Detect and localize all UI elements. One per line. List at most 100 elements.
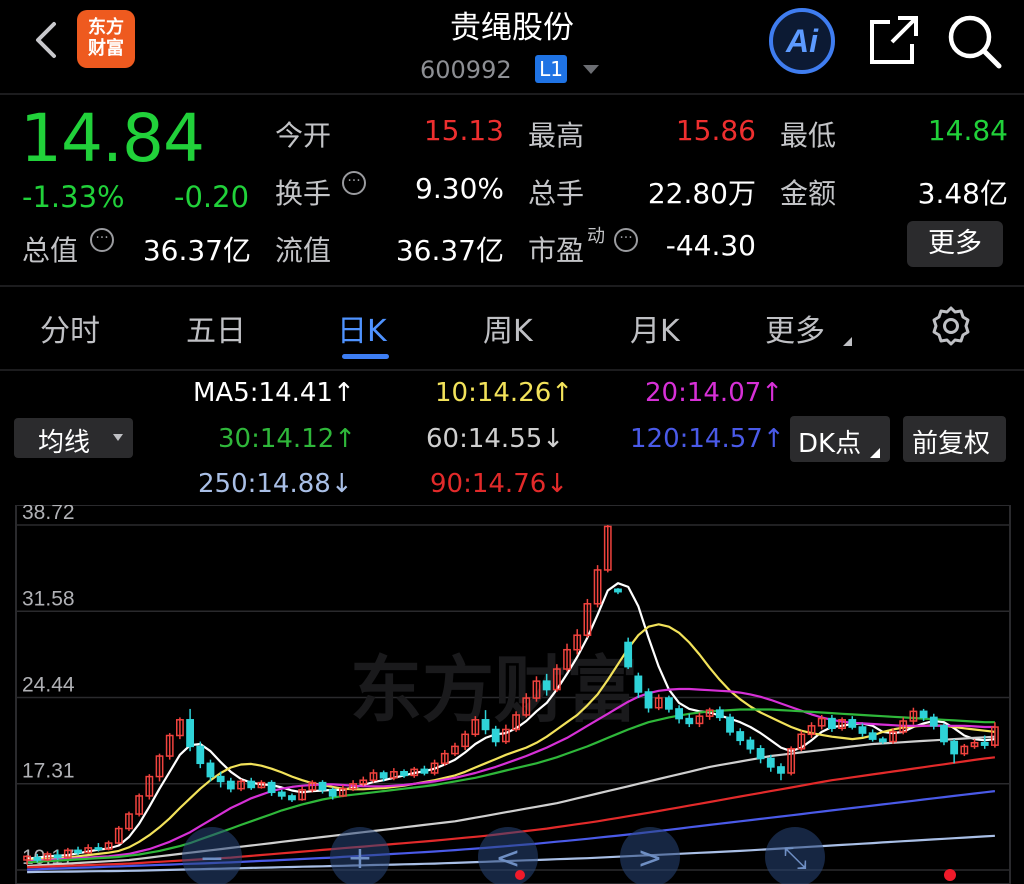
market-cap-label: 总值	[22, 234, 79, 267]
candle	[491, 725, 500, 747]
candle	[970, 739, 979, 749]
ma250-arrow: ↓	[330, 469, 353, 499]
candle-body	[74, 849, 82, 854]
kline-chart[interactable]: 东方财富 38.7231.5824.4417.3110.17 − + < > ⤡	[0, 505, 1024, 884]
candle-body	[919, 710, 928, 719]
ma10-arrow: ↑	[551, 378, 574, 408]
search-icon[interactable]	[945, 12, 1003, 70]
tab-monthly-k[interactable]: 月K	[630, 306, 680, 350]
y-tick-label: 17.31	[22, 760, 75, 783]
divider	[0, 93, 1024, 95]
candle-body	[206, 762, 215, 778]
candle	[145, 774, 154, 800]
y-tick-label: 38.72	[22, 505, 75, 524]
candle-body	[777, 766, 785, 774]
tab-five-day[interactable]: 五日	[186, 306, 246, 350]
pe-label: 市盈	[528, 234, 585, 267]
candle-body	[400, 771, 408, 777]
candle-body	[379, 772, 388, 779]
candle-body	[614, 588, 622, 593]
volume-label: 总手	[528, 177, 585, 210]
candle-body	[542, 680, 551, 691]
change-amount: -0.20	[174, 180, 250, 214]
change-percent: -1.33%	[22, 180, 125, 214]
gear-icon[interactable]	[930, 305, 972, 347]
turnover-info-icon[interactable]: ···	[342, 171, 366, 195]
candle	[451, 742, 459, 757]
candle	[756, 745, 765, 764]
candle	[685, 713, 694, 728]
candle	[715, 706, 724, 722]
candle	[277, 789, 286, 800]
candle	[104, 840, 113, 851]
fullscreen-button[interactable]: ⤡	[765, 827, 825, 884]
top-navigation-bar: 东方 财富 贵绳股份 600992 L1 Ai	[0, 0, 1024, 92]
candle-body	[277, 791, 286, 797]
low-label: 最低	[780, 119, 837, 152]
y-axis-labels: 38.7231.5824.4417.3110.17	[22, 505, 75, 869]
candle	[389, 768, 398, 781]
candle-body	[736, 731, 745, 742]
candle	[726, 713, 734, 736]
forward-adjust-label: 前复权	[912, 429, 991, 459]
ma-legend-item: 250:14.88↓	[198, 469, 353, 499]
candle-body	[675, 708, 684, 720]
more-quote-button[interactable]: 更多	[907, 221, 1003, 267]
candle	[868, 729, 877, 742]
zoom-out-icon: −	[199, 841, 224, 876]
candle	[909, 707, 918, 725]
candle-body	[267, 781, 276, 794]
candle-body	[940, 725, 948, 743]
open-value: 15.13	[423, 114, 504, 147]
market-cap-info-icon[interactable]: ···	[90, 228, 114, 252]
stock-code: 600992	[420, 56, 512, 84]
share-icon[interactable]	[866, 12, 922, 68]
candle-body	[328, 789, 337, 797]
candle	[226, 777, 235, 793]
candle	[838, 717, 847, 731]
candle-body	[33, 856, 42, 861]
candle-body	[624, 641, 633, 668]
ai-label: Ai	[785, 23, 819, 59]
zoom-in-icon: +	[347, 841, 372, 876]
scroll-right-button[interactable]: >	[620, 827, 680, 884]
candle	[461, 730, 470, 751]
tab-intraday[interactable]: 分时	[40, 306, 100, 350]
pe-info-icon[interactable]: ···	[614, 228, 638, 252]
open-label: 今开	[275, 119, 332, 152]
candle-body	[766, 757, 775, 768]
candle	[654, 694, 663, 711]
candle	[950, 739, 959, 764]
stock-switch-caret-icon[interactable]	[583, 65, 599, 74]
ma30-text: 30:14.12	[218, 424, 335, 454]
amount-value: 3.48亿	[917, 177, 1008, 210]
tab-weekly-k[interactable]: 周K	[483, 306, 533, 350]
turnover-value: 9.30%	[415, 172, 504, 205]
candle-body	[950, 740, 959, 755]
candle-body	[186, 719, 195, 748]
candle	[848, 716, 857, 730]
market-cap-value: 36.37亿	[142, 234, 251, 267]
tab-daily-k[interactable]: 日K	[337, 306, 387, 350]
divider	[0, 369, 1024, 371]
candle-body	[644, 691, 653, 709]
candle	[165, 733, 174, 760]
scroll-left-icon: <	[495, 841, 520, 876]
ma-legend-item: 120:14.57↑	[630, 424, 785, 454]
tab-more[interactable]: 更多	[765, 306, 825, 350]
candle-body	[980, 742, 989, 746]
candle	[929, 713, 938, 730]
ma-legend-item: 60:14.55↓	[426, 424, 564, 454]
candle	[247, 777, 256, 790]
dk-caret-icon	[870, 448, 880, 458]
candle-body	[848, 719, 857, 728]
candle	[114, 826, 123, 845]
ma-legend-item: 10:14.26↑	[435, 378, 573, 408]
candle	[777, 763, 785, 781]
candle	[664, 695, 673, 713]
volume-value: 22.80万	[647, 177, 756, 210]
ai-assistant-button[interactable]: Ai	[768, 7, 836, 75]
float-cap-value: 36.37亿	[395, 234, 504, 267]
zoom-out-button[interactable]: −	[182, 827, 242, 884]
candle-body	[746, 739, 755, 750]
